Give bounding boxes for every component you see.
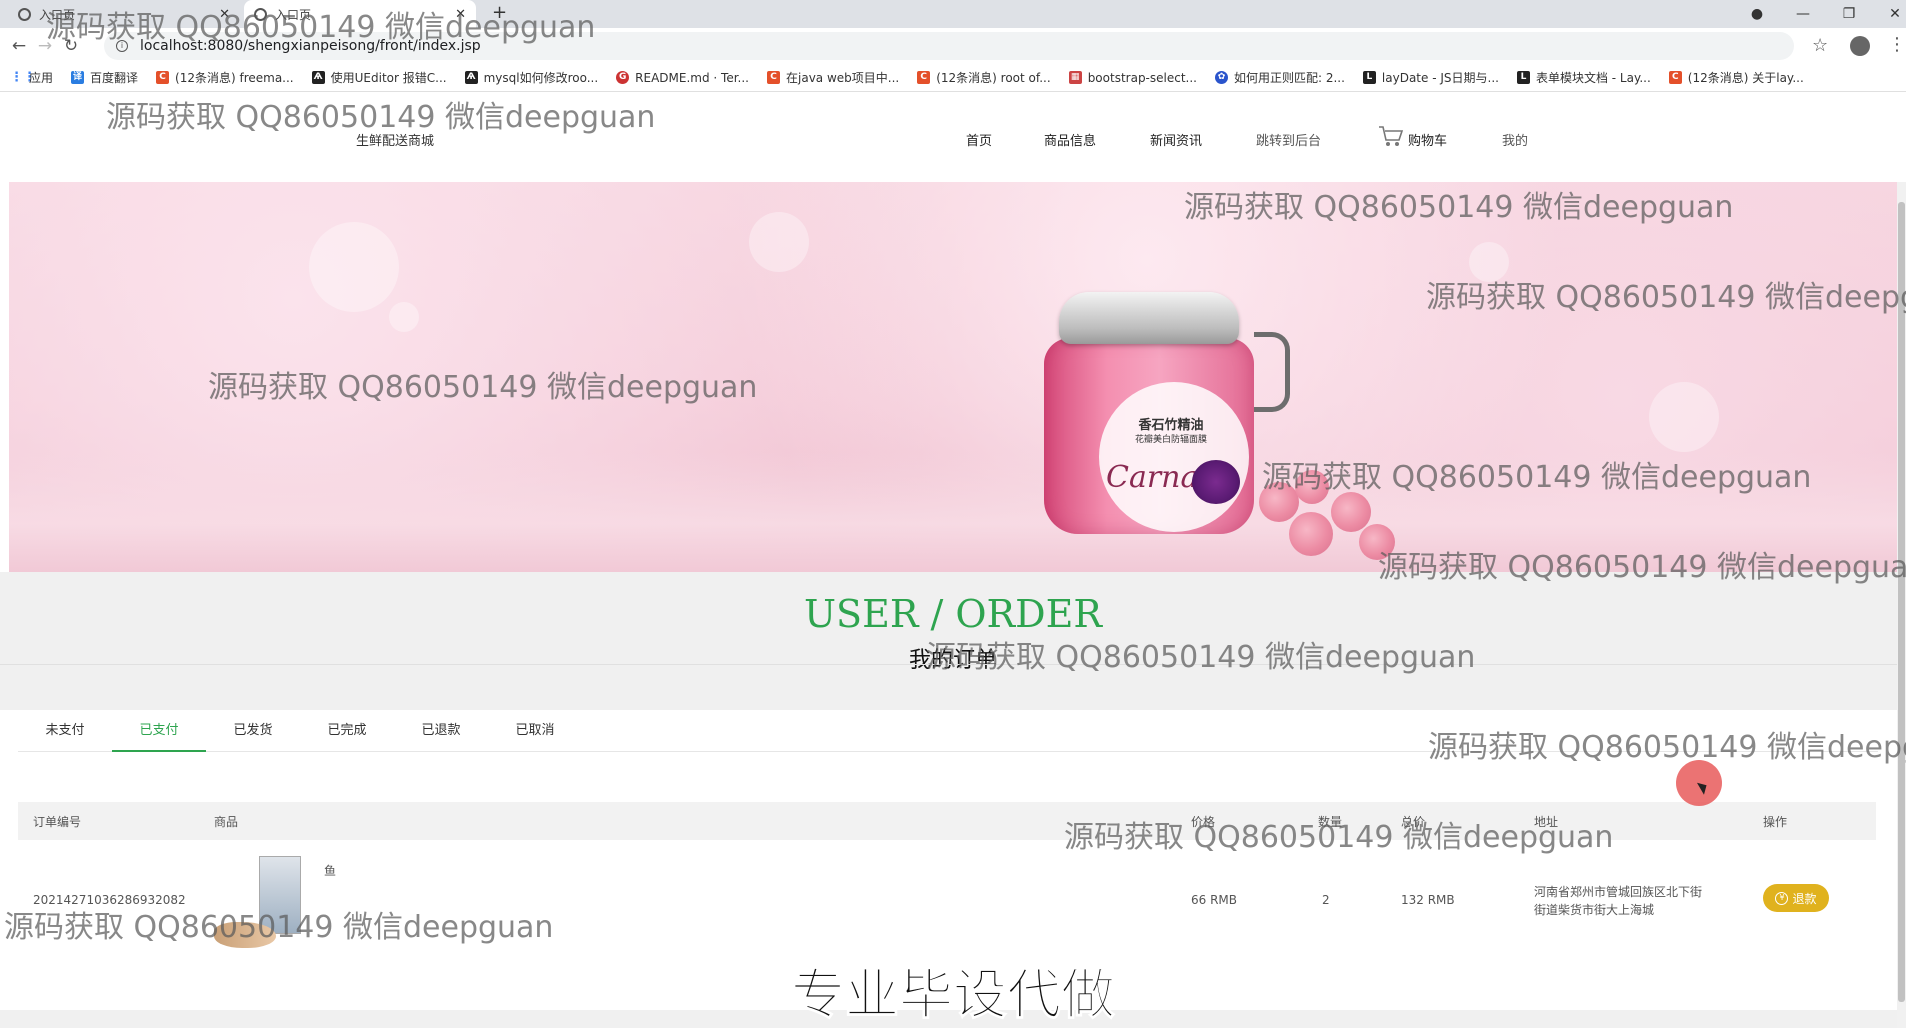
scrollbar-thumb[interactable] (1898, 202, 1905, 1002)
order-address-line2: 街道柴货市街大上海城 (1534, 903, 1655, 917)
product-jar-image: 香石竹精油 花瓣美白防辐面膜 Carnatio (1044, 292, 1290, 534)
product-name[interactable]: 鱼 (324, 862, 336, 879)
bokeh-decoration (749, 212, 809, 272)
bookmark-item[interactable]: C (12条消息) root of... (917, 69, 1051, 86)
layui-icon: L (1362, 71, 1376, 84)
watermark: 源码获取 QQ86050149 微信deepguan (1064, 820, 1614, 855)
rose (1331, 492, 1371, 532)
order-address-line1: 河南省郑州市管城回族区北下街 (1534, 885, 1703, 899)
tab-cancelled[interactable]: 已取消 (488, 712, 582, 752)
watermark: 源码获取 QQ86050149 微信deepguan (1378, 550, 1906, 585)
nav-home[interactable]: 首页 (966, 130, 992, 149)
bookmark-icon: Ѧ (464, 71, 478, 84)
jar-label (1099, 382, 1249, 532)
profile-menu-icon[interactable]: ● (1734, 6, 1780, 22)
tab-completed[interactable]: 已完成 (300, 712, 394, 752)
bookmark-item[interactable]: 译百度翻译 (71, 69, 138, 86)
csdn-icon: C (156, 71, 170, 84)
bookmark-item[interactable]: L 表单模块文档 - Lay... (1516, 69, 1651, 86)
bokeh-decoration (309, 222, 399, 312)
back-icon[interactable]: ← (6, 36, 32, 56)
tab-shipped[interactable]: 已发货 (206, 712, 300, 752)
watermark: 源码获取 QQ86050149 微信deepguan (1428, 730, 1906, 765)
nav-mine[interactable]: 我的 (1502, 130, 1528, 149)
carnation-flower-image (1192, 460, 1240, 504)
page-title-en: USER / ORDER (804, 592, 1102, 636)
baidu-icon: ✿ (1214, 71, 1228, 84)
restore-icon[interactable]: ❐ (1826, 6, 1872, 22)
bokeh-decoration (389, 302, 419, 332)
more-menu-icon[interactable]: ⋮ (1888, 34, 1906, 55)
refund-button-label: 退款 (1792, 891, 1817, 906)
tab-refunded[interactable]: 已退款 (394, 712, 488, 752)
watermark: 源码获取 QQ86050149 微信deepguan (46, 10, 596, 45)
bookmark-icon: ▦ (1068, 71, 1082, 84)
col-order-no: 订单编号 (33, 815, 82, 829)
nav-news[interactable]: 新闻资讯 (1150, 130, 1202, 149)
watermark: 源码获取 QQ86050149 微信deepguan (208, 370, 758, 405)
rose (1289, 512, 1333, 556)
col-product: 商品 (214, 815, 239, 829)
bookmark-item[interactable]: C (12条消息) freema... (156, 69, 294, 86)
watermark: 源码获取 QQ86050149 微信deepguan (1426, 280, 1906, 315)
nav-cart-label: 购物车 (1408, 134, 1448, 149)
csdn-icon: C (767, 71, 780, 84)
avatar[interactable] (1850, 36, 1870, 56)
yen-coin-icon: ¥ (1775, 891, 1789, 905)
bookmark-item[interactable]: Ѧmysql如何修改roo... (464, 69, 598, 86)
close-window-icon[interactable]: ✕ (1872, 6, 1906, 22)
nav-cart[interactable]: 购物车 (1378, 122, 1447, 149)
jar-label-title: 香石竹精油 (1138, 418, 1204, 433)
bookmarks-bar: ⋮⋮ 应用 译百度翻译 C (12条消息) freema... Ѧ 使用UEditor… (0, 64, 1906, 92)
bookmark-item[interactable]: LlayDate - JS日期与... (1362, 69, 1499, 86)
bookmark-item[interactable]: ⋮⋮ 应用 (10, 69, 53, 86)
translate-icon: 译 (71, 71, 85, 84)
video-caption: 专业毕设代做 (791, 963, 1116, 1027)
gitee-icon: G (616, 71, 630, 84)
apps-icon: ⋮⋮ (10, 70, 36, 85)
jar-label-subtitle: 花瓣美白防辐面膜 (1134, 435, 1207, 445)
minimize-icon[interactable]: — (1780, 6, 1826, 22)
refund-button[interactable]: ¥ 退款 (1763, 884, 1829, 912)
window-controls: ● — ❐ ✕ (1734, 0, 1906, 28)
layui-icon: L (1516, 71, 1530, 84)
bookmark-icon: Ѧ (311, 71, 325, 84)
tab-paid[interactable]: 已支付 (112, 712, 206, 752)
nav-goods[interactable]: 商品信息 (1044, 130, 1096, 149)
cart-icon (1379, 125, 1404, 146)
bookmark-item[interactable]: Ѧ 使用UEditor 报错C... (311, 69, 447, 86)
col-action: 操作 (1763, 815, 1788, 829)
watermark: 源码获取 QQ86050149 微信deepguan (4, 910, 554, 945)
jar-lid (1059, 292, 1239, 344)
watermark: 源码获取 QQ86050149 微信deepguan (106, 100, 656, 135)
csdn-icon: C (917, 71, 931, 84)
bookmark-item[interactable]: ▦ bootstrap-select... (1068, 71, 1197, 85)
globe-icon (18, 7, 31, 21)
bookmark-item[interactable]: C (12条消息) 关于lay... (1668, 69, 1804, 86)
bookmark-star-icon[interactable]: ☆ (1812, 35, 1828, 56)
bookmark-item[interactable]: C 在java web项目中... (767, 69, 899, 86)
watermark: 源码获取 QQ86050149 微信deepguan (1184, 190, 1734, 225)
watermark: 源码获取 QQ86050149 微信deepguan (1262, 460, 1812, 495)
watermark: 源码获取 QQ86050149 微信deepguan (926, 640, 1476, 675)
bokeh-decoration (1649, 382, 1719, 452)
nav-admin[interactable]: 跳转到后台 (1256, 130, 1321, 149)
order-total: 132 RMB (1401, 893, 1455, 907)
order-quantity: 2 (1322, 893, 1330, 907)
order-price: 66 RMB (1191, 893, 1238, 907)
csdn-icon: C (1668, 71, 1682, 84)
jar-clamp (1254, 332, 1290, 412)
tab-unpaid[interactable]: 未支付 (18, 712, 112, 752)
bookmark-item[interactable]: G README.md · Ter... (616, 71, 749, 85)
bookmark-item[interactable]: ✿ 如何用正则匹配: 2... (1214, 69, 1345, 86)
